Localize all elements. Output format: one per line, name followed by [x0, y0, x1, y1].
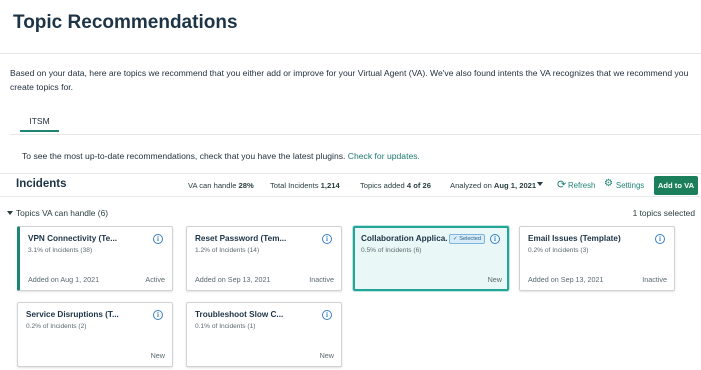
settings-button[interactable]: Settings	[616, 181, 644, 190]
topic-incident-share: 0.2% of Incidents (3)	[528, 247, 589, 254]
topic-card[interactable]: Email Issues (Template) i 0.2% of Incide…	[519, 226, 675, 291]
topic-title: Collaboration Applica...	[361, 234, 447, 243]
topics-added-value: 4 of 26	[406, 181, 431, 190]
total-incidents-label: Total Incidents	[270, 181, 319, 190]
topic-incident-share: 0.2% of Incidents (2)	[26, 323, 87, 330]
plugin-hint-text: To see the most up-to-date recommendatio…	[22, 151, 346, 161]
va-can-handle-label: VA can handle	[188, 181, 237, 190]
info-icon[interactable]: i	[322, 310, 332, 320]
total-incidents-stat: Total Incidents 1,214	[270, 181, 340, 190]
topic-status: New	[487, 275, 502, 284]
active-tab-indicator	[20, 130, 59, 132]
topic-card[interactable]: Troubleshoot Slow C... i 0.1% of Inciden…	[186, 302, 342, 367]
info-icon[interactable]: i	[655, 234, 665, 244]
selected-count: 1 topics selected	[632, 208, 695, 218]
topic-title: Reset Password (Tem...	[195, 234, 287, 243]
topic-status: New	[319, 351, 334, 360]
topic-title: Email Issues (Template)	[528, 234, 621, 243]
topics-added-label: Topics added	[360, 181, 405, 190]
topic-card[interactable]: Service Disruptions (T... i 0.2% of Inci…	[17, 302, 173, 367]
topic-card[interactable]: VPN Connectivity (Te... i 3.1% of Incide…	[17, 226, 173, 291]
tab-divider	[10, 134, 701, 135]
chevron-down-icon[interactable]	[537, 182, 543, 186]
intro-text: Based on your data, here are topics we r…	[10, 68, 689, 92]
plugin-hint: To see the most up-to-date recommendatio…	[22, 151, 420, 161]
topic-incident-share: 0.5% of Incidents (6)	[361, 247, 422, 254]
topic-title: Service Disruptions (T...	[26, 310, 119, 319]
topic-added-date: Added on Sep 13, 2021	[528, 275, 604, 284]
check-updates-link[interactable]: Check for updates.	[348, 151, 420, 161]
caret-down-icon[interactable]	[7, 211, 13, 215]
va-can-handle-stat: VA can handle 28%	[188, 181, 254, 190]
topic-incident-share: 1.2% of Incidents (14)	[195, 247, 260, 254]
topic-incident-share: 0.1% of Incidents (1)	[195, 323, 256, 330]
va-can-handle-value: 28%	[238, 181, 254, 190]
topic-added-date: Added on Aug 1, 2021	[28, 275, 100, 284]
topic-status: Inactive	[309, 275, 334, 284]
group-toggle[interactable]: Topics VA can handle (6)	[16, 208, 108, 218]
analyzed-on-label: Analyzed on	[450, 181, 492, 190]
topic-card-selected[interactable]: Collaboration Applica... ✓ Selected i 0.…	[353, 226, 509, 291]
topic-card[interactable]: Reset Password (Tem... i 1.2% of Inciden…	[186, 226, 342, 291]
topic-status: Active	[145, 275, 165, 284]
selected-badge: ✓ Selected	[449, 234, 486, 244]
topic-incident-share: 3.1% of Incidents (38)	[28, 247, 93, 254]
add-to-va-button[interactable]: Add to VA	[654, 176, 698, 195]
page-title: Topic Recommendations	[13, 12, 238, 33]
topic-status: Inactive	[642, 275, 667, 284]
total-incidents-value: 1,214	[320, 181, 340, 190]
section-heading: Incidents	[16, 178, 67, 190]
gear-icon[interactable]: ⚙	[604, 178, 613, 189]
topics-added-stat: Topics added 4 of 26	[360, 181, 431, 190]
info-icon[interactable]: i	[490, 234, 500, 244]
title-divider	[0, 53, 701, 54]
info-icon[interactable]: i	[153, 234, 163, 244]
refresh-icon[interactable]: ⟳	[557, 178, 566, 191]
analyzed-on-select[interactable]: Analyzed on Aug 1, 2021	[450, 181, 536, 190]
incidents-toolbar: Incidents VA can handle 28% Total Incide…	[0, 173, 701, 197]
topic-status: New	[150, 351, 165, 360]
topic-title: Troubleshoot Slow C...	[195, 310, 284, 319]
info-icon[interactable]: i	[322, 234, 332, 244]
analyzed-on-value: Aug 1, 2021	[493, 181, 537, 190]
topic-added-date: Added on Sep 13, 2021	[195, 275, 271, 284]
info-icon[interactable]: i	[153, 310, 163, 320]
refresh-button[interactable]: Refresh	[568, 181, 595, 190]
topic-title: VPN Connectivity (Te...	[28, 234, 118, 243]
